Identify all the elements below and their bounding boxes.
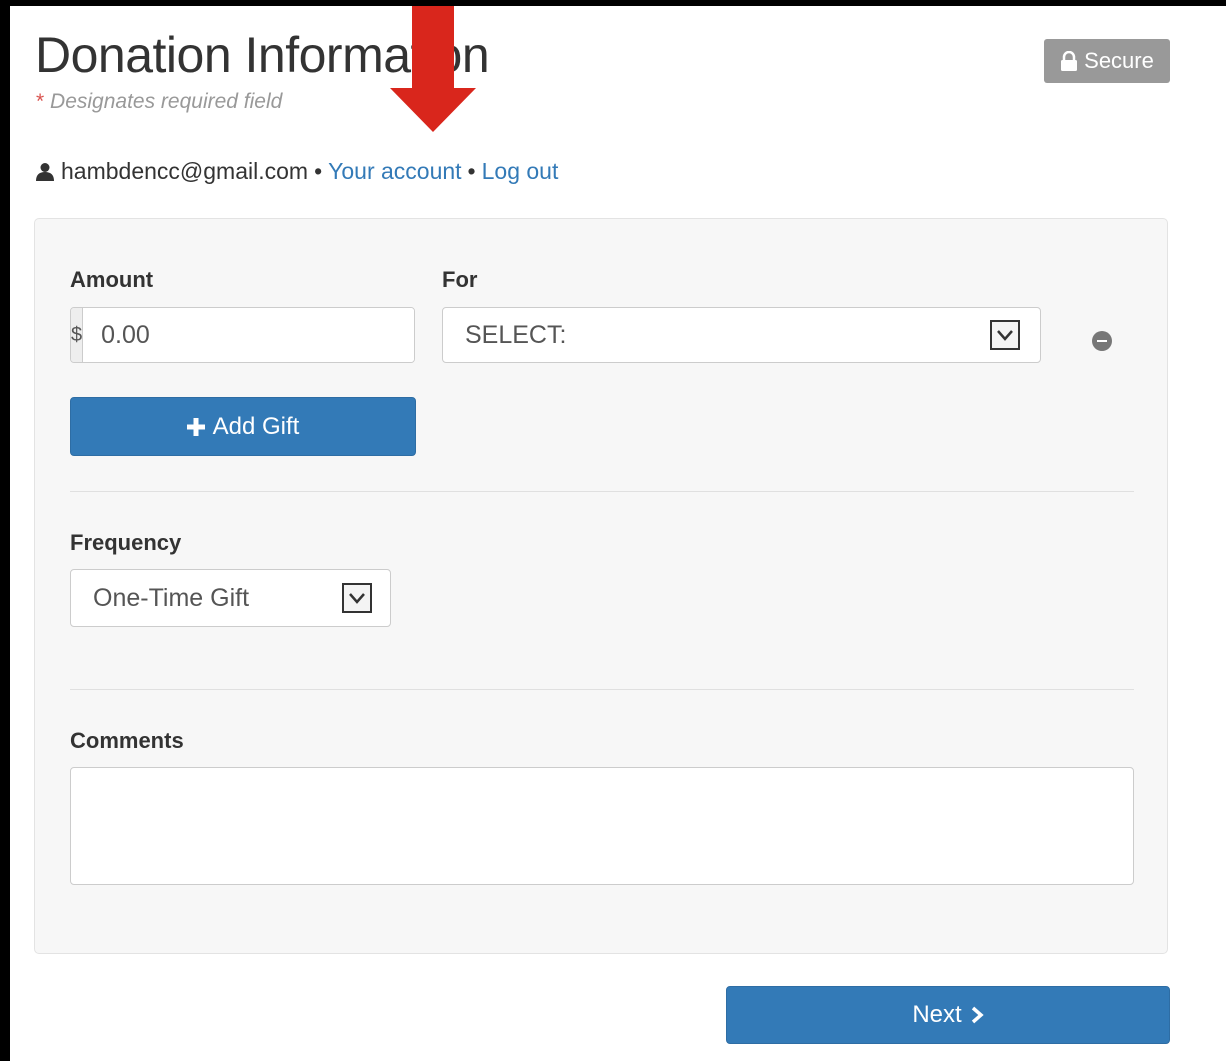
amount-input-group: $ [70, 307, 415, 363]
red-arrow-annotation-icon [390, 6, 476, 132]
frequency-label: Frequency [70, 530, 182, 555]
required-field-note: * Designates required field [36, 90, 282, 114]
next-label: Next [912, 1001, 962, 1028]
required-star: * [36, 90, 45, 113]
for-select[interactable]: SELECT: [442, 307, 1041, 363]
your-account-link[interactable]: Your account [328, 158, 461, 185]
log-out-link[interactable]: Log out [482, 158, 559, 185]
required-note-text: Designates required field [50, 90, 283, 113]
comments-textarea[interactable] [70, 767, 1134, 885]
user-email: hambdencc@gmail.com [61, 158, 309, 184]
amount-input[interactable] [83, 308, 414, 362]
comments-label: Comments [70, 728, 184, 753]
frequency-select-value: One-Time Gift [93, 583, 250, 612]
chevron-right-icon [971, 1006, 984, 1024]
secure-badge: Secure [1044, 39, 1170, 83]
chevron-down-icon [342, 583, 372, 613]
separator: • [467, 158, 476, 184]
remove-gift-icon[interactable] [1092, 331, 1112, 351]
secure-label: Secure [1084, 48, 1154, 73]
amount-label: Amount [70, 267, 154, 292]
user-account-line: hambdencc@gmail.com • Your account • Log… [35, 158, 558, 185]
donation-form-panel: Amount For $ SELECT: Add Gift Frequency … [34, 218, 1168, 954]
chevron-down-icon [990, 320, 1020, 350]
divider [70, 689, 1134, 690]
divider [70, 491, 1134, 492]
page: Donation Information * Designates requir… [10, 6, 1226, 1061]
currency-addon: $ [71, 308, 84, 362]
for-label: For [442, 267, 478, 292]
user-icon [36, 162, 54, 181]
plus-icon [186, 417, 205, 436]
separator: • [314, 158, 323, 184]
lock-icon [1061, 51, 1078, 71]
for-select-value: SELECT: [465, 320, 567, 349]
frequency-select[interactable]: One-Time Gift [70, 569, 391, 627]
next-button[interactable]: Next [726, 986, 1170, 1044]
add-gift-button[interactable]: Add Gift [70, 397, 416, 456]
add-gift-label: Add Gift [212, 412, 300, 440]
